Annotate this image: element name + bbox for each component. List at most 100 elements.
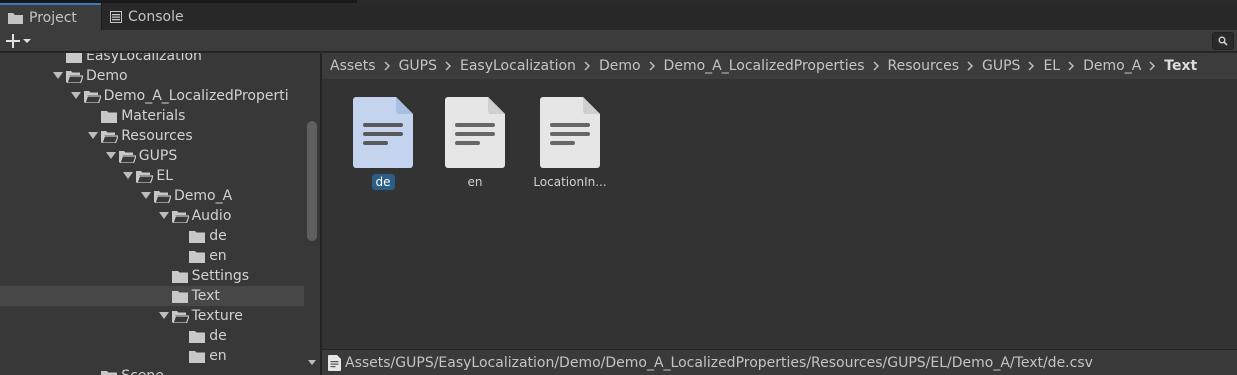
breadcrumb-item[interactable]: GUPS [978,58,1024,74]
breadcrumb-item[interactable]: Assets [326,58,380,74]
tree-item[interactable]: Demo_A [0,186,304,206]
tree-item-label: Texture [191,308,243,324]
tab-console[interactable]: Console [102,3,227,30]
chevron-right-icon [380,61,395,71]
breadcrumb-item[interactable]: Resources [884,58,964,74]
tree-item[interactable]: Resources [0,126,304,146]
tree-item[interactable]: Materials [0,106,304,126]
breadcrumb: Assets GUPS EasyLocalization Demo Demo_A_Loc… [322,53,1237,79]
tree-item-label: en [209,348,227,364]
tab-project-label: Project [29,9,77,26]
breadcrumb-item[interactable]: Demo_A [1079,58,1145,74]
chevron-right-icon [1064,61,1079,71]
tree-scrollbar[interactable] [304,53,320,375]
tree-item[interactable]: Settings [0,266,304,286]
tree-item[interactable]: Text [0,286,304,306]
folder-icon [189,350,206,363]
arrow-spacer [158,290,170,302]
scroll-down-arrow-icon[interactable] [307,359,317,367]
arrow-spacer [175,350,187,362]
tree-item[interactable]: Demo_A_LocalizedProperti [0,86,304,106]
folder-icon [189,330,206,343]
asset-item-en[interactable]: en [418,97,508,197]
tree-item[interactable]: de [0,226,304,246]
expand-arrow-icon[interactable] [140,190,152,202]
folder-icon [101,370,118,375]
breadcrumb-item[interactable]: EL [1039,58,1064,74]
arrow-spacer [158,270,170,282]
folder-icon [189,230,206,243]
file-icon [328,354,341,371]
expand-arrow-icon[interactable] [70,90,82,102]
expand-arrow-icon[interactable] [52,70,64,82]
tree-item-label: Demo [86,68,128,84]
arrow-spacer [87,370,99,375]
open-folder-icon [136,170,155,184]
tree-item[interactable]: en [0,246,304,266]
expand-arrow-icon[interactable] [105,150,117,162]
expand-arrow-icon[interactable] [158,210,170,222]
tree-item[interactable]: Audio [0,206,304,226]
chevron-right-icon [869,61,884,71]
text-file-icon [540,97,600,168]
window-edge [357,0,1237,3]
expand-arrow-icon[interactable] [158,310,170,322]
tree-item-label: de [209,328,227,344]
asset-path-bar: Assets/GUPS/EasyLocalization/Demo/Demo_A… [322,349,1237,375]
breadcrumb-item[interactable]: Demo_A_LocalizedProperties [660,58,869,74]
tree-item[interactable]: Demo [0,66,304,86]
text-file-icon [353,97,413,168]
folder-icon [171,270,188,283]
add-asset-button[interactable] [6,31,32,51]
tree-item[interactable]: GUPS [0,146,304,166]
tree-item-label: Resources [121,128,193,144]
asset-browser: Assets GUPS EasyLocalization Demo Demo_A_Loc… [322,53,1237,375]
tree-item-label: Demo_A [174,188,233,204]
tree-item[interactable]: Texture [0,306,304,326]
arrow-spacer [175,250,187,262]
chevron-right-icon [1145,61,1160,71]
arrow-spacer [175,330,187,342]
breadcrumb-item[interactable]: Text [1160,58,1201,74]
tree-item-label: Materials [121,108,186,124]
tree-item[interactable]: de [0,326,304,346]
chevron-right-icon [580,61,595,71]
expand-arrow-icon[interactable] [87,130,99,142]
text-file-icon [445,97,505,168]
chevron-right-icon [963,61,978,71]
tab-bar-background [227,3,1237,30]
search-button[interactable] [1212,32,1234,50]
asset-item-locationinfo[interactable]: LocationIn... [513,97,607,197]
tab-project[interactable]: Project [0,3,101,30]
console-icon [110,10,122,23]
tree-item-label: EasyLocalization [86,53,202,64]
expand-arrow-icon[interactable] [122,170,134,182]
chevron-right-icon [441,61,456,71]
breadcrumb-item[interactable]: EasyLocalization [456,58,580,74]
arrow-spacer [175,230,187,242]
tree-item[interactable]: Scene [0,366,304,375]
open-folder-icon [154,190,172,204]
plus-icon [6,34,20,48]
tree-item-label: Settings [191,268,250,284]
tree-item[interactable]: en [0,346,304,366]
selected-asset-path: Assets/GUPS/EasyLocalization/Demo/Demo_A… [345,354,1093,371]
tree-item-label: de [209,228,227,244]
search-icon [1218,36,1228,46]
folder-icon [189,250,206,263]
tree-scrollbar-thumb[interactable] [307,121,317,241]
tab-bar: Project Console [0,0,1237,30]
breadcrumb-item[interactable]: Demo [595,58,645,74]
tree-item-label: Audio [191,208,232,224]
folder-icon [66,53,82,63]
breadcrumb-item[interactable]: GUPS [395,58,441,74]
chevron-right-icon [1024,61,1039,71]
tree-item[interactable]: EL [0,166,304,186]
asset-item-de[interactable]: de [326,97,416,197]
open-folder-icon [83,90,102,104]
open-folder-icon [171,210,190,224]
tree-item-label: Scene [121,368,164,375]
tree-item[interactable]: EasyLocalization [0,53,304,66]
asset-name: LocationIn... [533,175,607,189]
project-toolbar [0,30,1237,52]
